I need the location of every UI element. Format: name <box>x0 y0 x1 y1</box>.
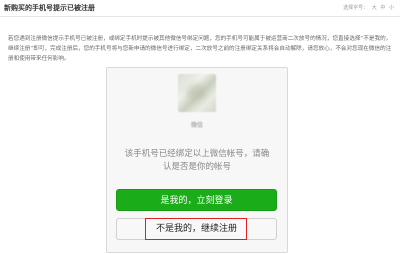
font-size-label: 选择字号： <box>343 5 369 11</box>
continue-register-button[interactable]: 不是我的，继续注册 <box>116 218 277 240</box>
intro-paragraph: 若您遇到注册微信提示手机号已被注册，或绑定手机时提示被其他微信号绑定问题，您的手… <box>8 36 392 62</box>
login-button[interactable]: 是我的，立刻登录 <box>116 189 277 211</box>
font-size-selector: 选择字号： 大 中 小 <box>343 4 394 11</box>
page-title: 新购买的手机号提示已被注册 <box>4 4 95 12</box>
article-header: 新购买的手机号提示已被注册 选择字号： 大 中 小 <box>0 0 400 17</box>
font-size-large-option[interactable]: 大 <box>372 5 377 11</box>
font-size-medium-option[interactable]: 中 <box>380 5 385 11</box>
account-confirm-card: 微信 该手机号已经绑定以上微信帐号，请确认是否是你的帐号 是我的，立刻登录 不是… <box>106 67 288 253</box>
help-article-page: 新购买的手机号提示已被注册 选择字号： 大 中 小 若您遇到注册微信提示手机号已… <box>0 0 400 254</box>
confirm-question-text: 该手机号已经绑定以上微信帐号，请确认是否是你的帐号 <box>124 149 270 172</box>
avatar <box>178 74 216 112</box>
font-size-small-option[interactable]: 小 <box>389 5 394 11</box>
account-name: 微信 <box>190 122 203 129</box>
